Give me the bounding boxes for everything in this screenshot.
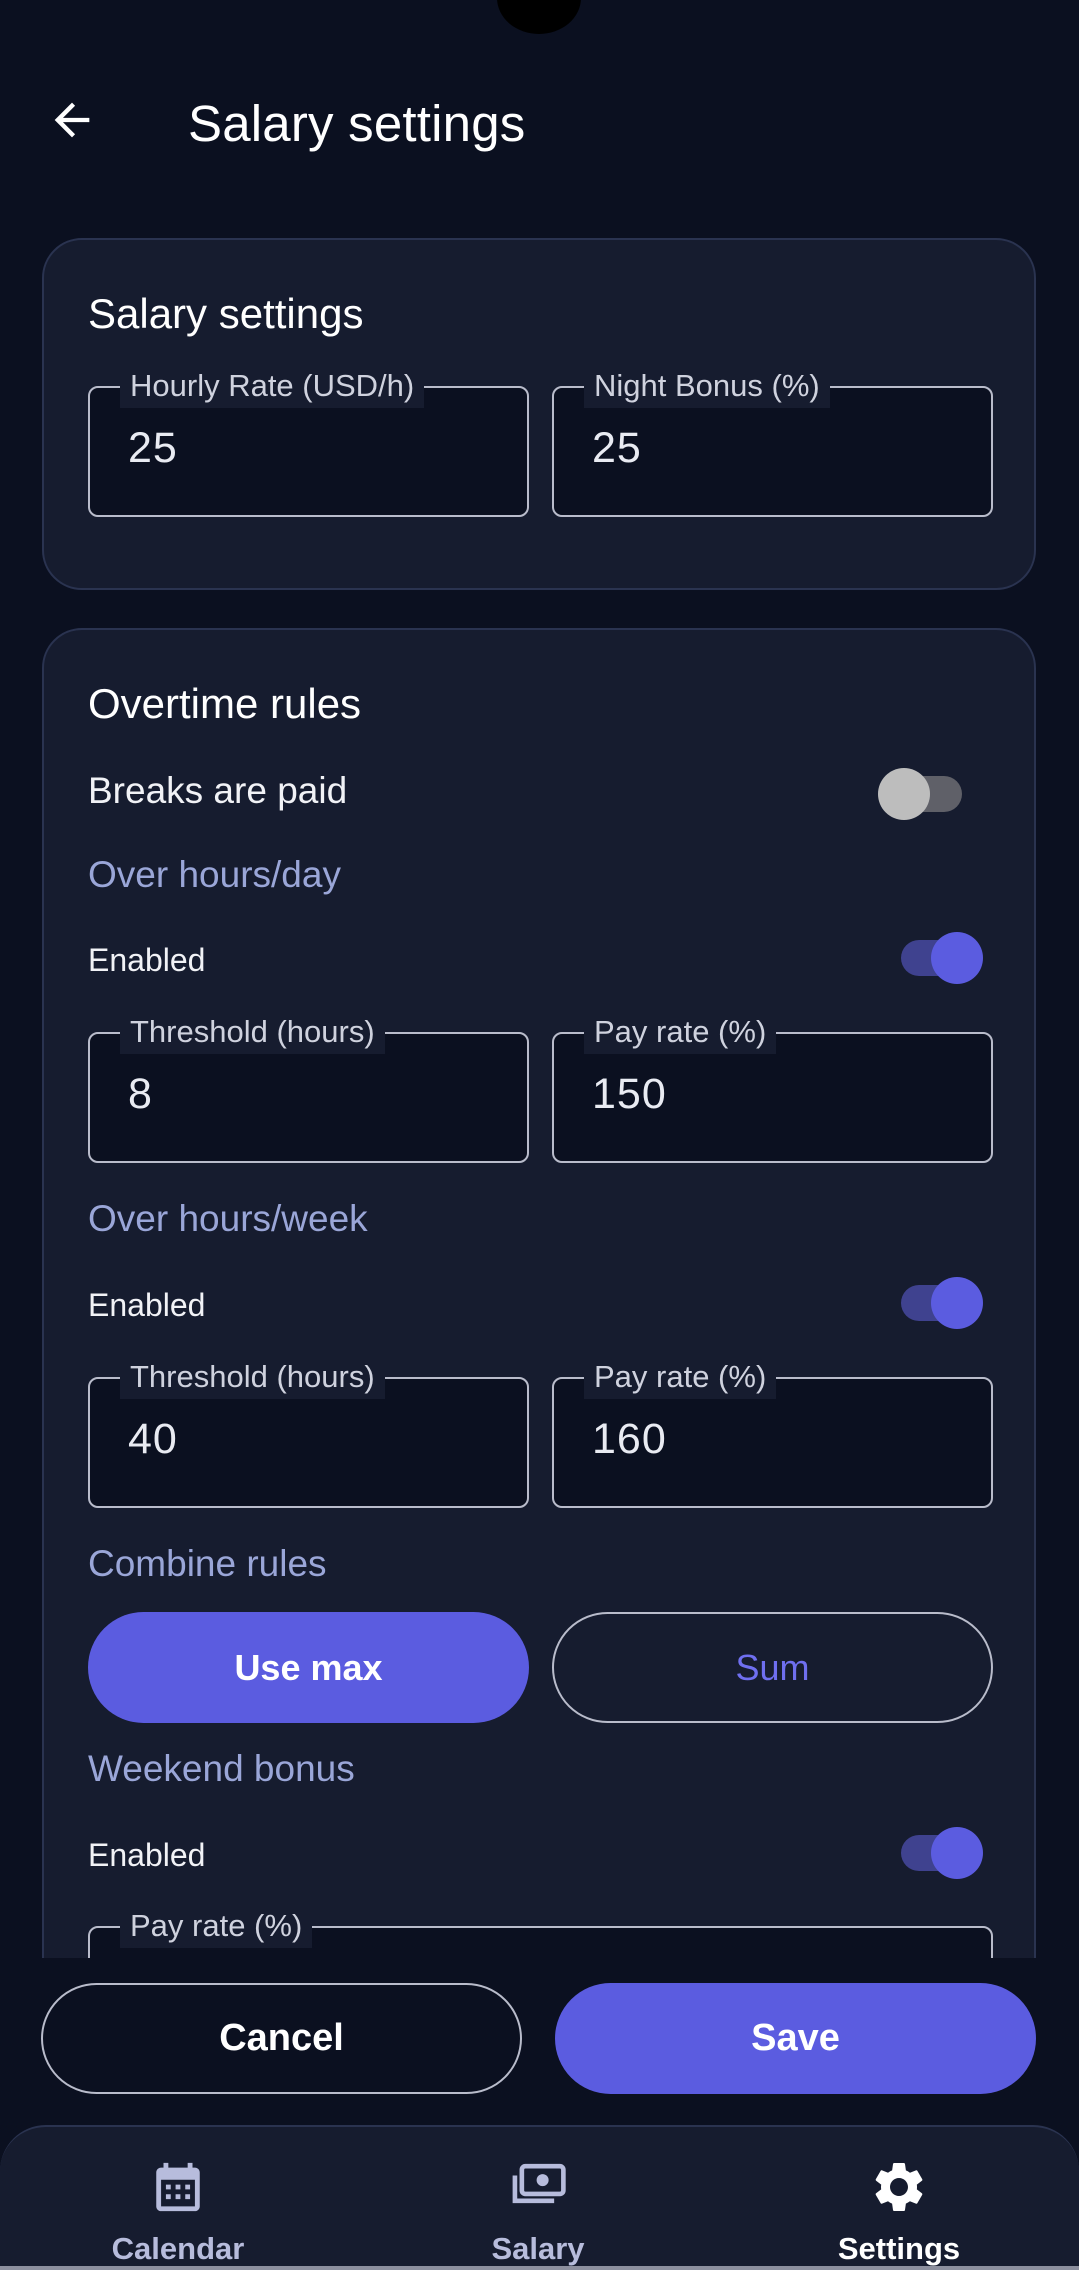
switch-thumb (931, 932, 983, 984)
night-bonus-field[interactable]: Night Bonus (%) 25 (552, 364, 993, 517)
over-week-pay-rate-field[interactable]: Pay rate (%) 160 (552, 1355, 993, 1508)
over-hours-day-label: Over hours/day (88, 854, 341, 895)
weekend-bonus-label: Weekend bonus (88, 1748, 355, 1789)
nav-label-settings: Settings (837, 2231, 961, 2266)
weekend-pay-rate-label: Pay rate (%) (120, 1904, 313, 1948)
save-button[interactable]: Save (555, 1983, 1036, 2094)
salary-settings-card: Salary settings Hourly Rate (USD/h) 25 N… (42, 238, 1036, 590)
hourly-rate-value: 25 (128, 424, 178, 472)
over-day-enabled-switch[interactable] (899, 932, 983, 984)
breaks-paid-label: Breaks are paid (88, 770, 348, 811)
over-week-pay-rate-label: Pay rate (%) (584, 1355, 777, 1399)
bottom-navigation: Calendar Salary Settings (0, 2125, 1079, 2270)
hourly-rate-field[interactable]: Hourly Rate (USD/h) 25 (88, 364, 529, 517)
over-hours-week-label: Over hours/week (88, 1198, 368, 1239)
over-week-enabled-label: Enabled (88, 1287, 206, 1323)
over-day-pay-rate-field[interactable]: Pay rate (%) 150 (552, 1010, 993, 1163)
screen: Salary settings Salary settings Hourly R… (0, 0, 1079, 2270)
nav-label-calendar: Calendar (111, 2231, 245, 2266)
weekend-enabled-label: Enabled (88, 1837, 206, 1873)
home-indicator (0, 2266, 1079, 2270)
over-day-threshold-value: 8 (128, 1070, 153, 1118)
over-week-pay-rate-value: 160 (592, 1415, 667, 1463)
overtime-card-title: Overtime rules (88, 680, 362, 727)
over-week-enabled-switch[interactable] (899, 1277, 983, 1329)
money-icon (508, 2157, 568, 2217)
night-bonus-value: 25 (592, 424, 642, 472)
page-title: Salary settings (188, 95, 526, 152)
nav-item-salary[interactable]: Salary (408, 2157, 668, 2270)
weekend-enabled-switch[interactable] (899, 1827, 983, 1879)
over-week-threshold-value: 40 (128, 1415, 178, 1463)
nav-label-salary: Salary (491, 2231, 585, 2266)
breaks-paid-switch[interactable] (878, 768, 966, 820)
settings-scroll-area[interactable]: Salary settings Hourly Rate (USD/h) 25 N… (0, 200, 1079, 1958)
nav-item-settings[interactable]: Settings (769, 2157, 1029, 2270)
combine-rules-toggle-group: Use max Sum (44, 1612, 1038, 1723)
calendar-icon (148, 2157, 208, 2217)
sum-button[interactable]: Sum (552, 1612, 993, 1723)
over-day-pay-rate-value: 150 (592, 1070, 667, 1118)
over-day-threshold-label: Threshold (hours) (120, 1010, 385, 1054)
use-max-button[interactable]: Use max (88, 1612, 529, 1723)
combine-rules-label: Combine rules (88, 1543, 327, 1584)
switch-thumb (878, 768, 930, 820)
over-day-threshold-field[interactable]: Threshold (hours) 8 (88, 1010, 529, 1163)
arrow-left-icon (54, 102, 90, 138)
salary-card-title: Salary settings (88, 290, 364, 337)
overtime-rules-card: Overtime rules Breaks are paid Over hour… (42, 628, 1036, 1958)
over-day-pay-rate-label: Pay rate (%) (584, 1010, 777, 1054)
switch-thumb (931, 1277, 983, 1329)
weekend-pay-rate-field[interactable]: Pay rate (%) (88, 1904, 993, 1958)
hourly-rate-label: Hourly Rate (USD/h) (120, 364, 425, 408)
camera-notch (497, 0, 581, 34)
nav-item-calendar[interactable]: Calendar (48, 2157, 308, 2270)
over-day-enabled-label: Enabled (88, 942, 206, 978)
back-button[interactable] (36, 84, 108, 156)
switch-thumb (931, 1827, 983, 1879)
cancel-button[interactable]: Cancel (41, 1983, 522, 2094)
night-bonus-label: Night Bonus (%) (584, 364, 830, 408)
over-week-threshold-label: Threshold (hours) (120, 1355, 385, 1399)
over-week-threshold-field[interactable]: Threshold (hours) 40 (88, 1355, 529, 1508)
gear-icon (869, 2157, 929, 2217)
